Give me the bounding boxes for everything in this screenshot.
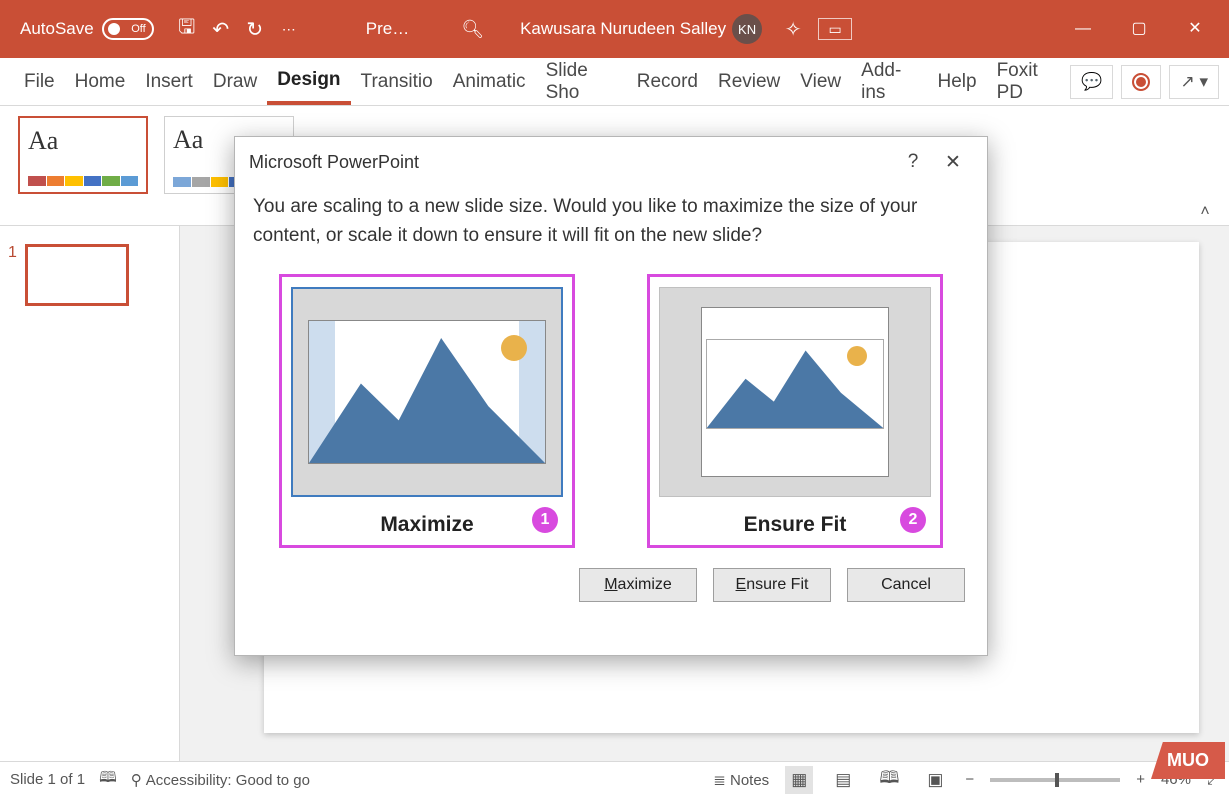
- accessibility-status[interactable]: ⚲Accessibility: Good to go: [131, 771, 310, 789]
- tab-animations[interactable]: Animatic: [443, 58, 536, 105]
- view-normal-icon[interactable]: ▦: [785, 766, 813, 794]
- collapse-ribbon-icon[interactable]: ˄: [1193, 203, 1217, 221]
- user-avatar[interactable]: KN: [732, 14, 762, 44]
- autosave-label: AutoSave: [20, 19, 94, 39]
- tab-foxit[interactable]: Foxit PD: [987, 58, 1071, 105]
- maximize-button[interactable]: Maximize: [579, 568, 697, 602]
- option-ensure-fit-label: Ensure Fit: [744, 513, 847, 537]
- tab-addins[interactable]: Add-ins: [851, 58, 927, 105]
- ribbon-right-tools: 💬 ↗ ▾: [1070, 58, 1229, 105]
- slide-counter[interactable]: Slide 1 of 1: [10, 771, 85, 788]
- title-bar: AutoSave Off 🖫 ↶ ↻ ⋯ Pre… 🔍︎ Kawusara Nu…: [0, 0, 1229, 58]
- theme-palette-1: [28, 176, 138, 186]
- tab-home[interactable]: Home: [65, 58, 136, 105]
- notes-button[interactable]: ≣ Notes: [713, 771, 769, 789]
- status-bar: Slide 1 of 1 🕮 ⚲Accessibility: Good to g…: [0, 761, 1229, 797]
- user-name[interactable]: Kawusara Nurudeen Salley: [520, 19, 726, 39]
- tab-insert[interactable]: Insert: [135, 58, 203, 105]
- ribbon-display-icon[interactable]: ▭: [818, 18, 852, 40]
- save-icon[interactable]: 🖫: [170, 12, 204, 46]
- ribbon-tabs: File Home Insert Draw Design Transitio A…: [0, 58, 1229, 106]
- tab-review[interactable]: Review: [708, 58, 790, 105]
- view-sorter-icon[interactable]: ▤: [829, 766, 857, 794]
- dialog-options: Maximize 1 Ensure Fit 2: [235, 260, 987, 558]
- dialog-titlebar: Microsoft PowerPoint ? ✕: [235, 137, 987, 187]
- thumbnail-row: 1: [8, 244, 171, 306]
- option-maximize-label: Maximize: [380, 513, 473, 537]
- qat-more-icon[interactable]: ⋯: [272, 21, 306, 38]
- autosave-switch[interactable]: Off: [102, 18, 154, 40]
- view-slideshow-icon[interactable]: ▣: [921, 766, 949, 794]
- coming-soon-icon[interactable]: ✧: [776, 17, 810, 42]
- close-window-button[interactable]: ✕: [1167, 0, 1223, 58]
- zoom-in-button[interactable]: +: [1136, 771, 1145, 788]
- document-title[interactable]: Pre…: [366, 19, 409, 39]
- redo-icon[interactable]: ↻: [238, 17, 272, 42]
- tab-slide-show[interactable]: Slide Sho: [536, 58, 627, 105]
- ensure-fit-button[interactable]: Ensure Fit: [713, 568, 831, 602]
- tab-draw[interactable]: Draw: [203, 58, 267, 105]
- option-ensure-fit[interactable]: Ensure Fit 2: [647, 274, 943, 548]
- tab-view[interactable]: View: [790, 58, 851, 105]
- annotation-badge-2: 2: [900, 507, 926, 533]
- undo-icon[interactable]: ↶: [204, 17, 238, 42]
- autosave-toggle[interactable]: AutoSave Off: [20, 18, 154, 40]
- minimize-button[interactable]: —: [1055, 0, 1111, 58]
- theme-card-1[interactable]: Aa: [18, 116, 148, 194]
- watermark-badge: MUO: [1151, 742, 1225, 779]
- record-button[interactable]: [1121, 65, 1161, 99]
- maximize-window-button[interactable]: ▢: [1111, 0, 1167, 58]
- spellcheck-icon[interactable]: 🕮: [99, 767, 117, 792]
- dialog-help-button[interactable]: ?: [893, 151, 933, 173]
- dialog-title: Microsoft PowerPoint: [249, 152, 419, 173]
- option-maximize[interactable]: Maximize 1: [279, 274, 575, 548]
- option-ensure-fit-preview: [659, 287, 931, 497]
- tab-record[interactable]: Record: [627, 58, 708, 105]
- tab-help[interactable]: Help: [928, 58, 987, 105]
- dialog-button-row: Maximize Ensure Fit Cancel: [235, 558, 987, 618]
- thumbnail-number: 1: [8, 244, 17, 262]
- slide-size-dialog: Microsoft PowerPoint ? ✕ You are scaling…: [234, 136, 988, 656]
- tab-file[interactable]: File: [14, 58, 65, 105]
- comments-button[interactable]: 💬: [1070, 65, 1113, 99]
- cancel-button[interactable]: Cancel: [847, 568, 965, 602]
- slide-thumbnail[interactable]: [25, 244, 129, 306]
- dialog-close-button[interactable]: ✕: [933, 151, 973, 174]
- tab-design[interactable]: Design: [267, 58, 350, 105]
- option-maximize-preview: [291, 287, 563, 497]
- tab-transitions[interactable]: Transitio: [351, 58, 443, 105]
- dialog-message: You are scaling to a new slide size. Wou…: [235, 187, 987, 260]
- zoom-slider[interactable]: [990, 778, 1120, 782]
- view-reading-icon[interactable]: 🕮: [873, 761, 905, 798]
- search-icon[interactable]: 🔍︎: [461, 19, 484, 40]
- annotation-badge-1: 1: [532, 507, 558, 533]
- thumbnail-panel: 1: [0, 226, 180, 761]
- zoom-out-button[interactable]: −: [965, 771, 974, 788]
- share-button[interactable]: ↗ ▾: [1169, 65, 1219, 99]
